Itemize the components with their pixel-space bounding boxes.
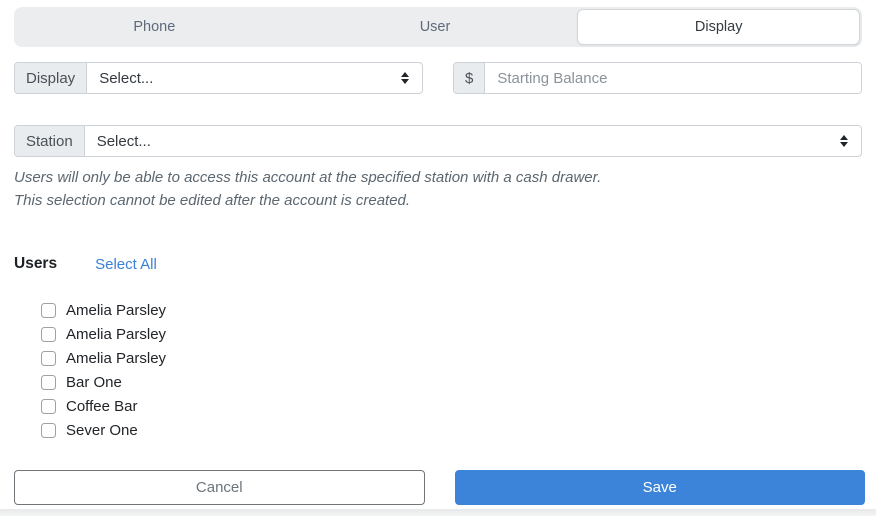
action-buttons: Cancel Save [14, 470, 865, 505]
user-row[interactable]: Amelia Parsley [14, 322, 862, 346]
user-checkbox[interactable] [41, 374, 56, 390]
select-all-link[interactable]: Select All [95, 256, 157, 273]
user-name-label: Amelia Parsley [66, 349, 167, 367]
users-heading: Users [14, 255, 58, 272]
station-help-line-1: Users will only be able to access this a… [14, 169, 602, 186]
starting-balance-group: $ [453, 62, 862, 94]
user-checkbox[interactable] [41, 422, 56, 438]
display-select-value: Select... [99, 69, 154, 87]
user-row[interactable]: Sever One [14, 418, 862, 442]
user-row[interactable]: Amelia Parsley [14, 346, 862, 370]
tab-phone[interactable]: Phone [14, 7, 295, 47]
tab-label: Phone [133, 19, 176, 35]
tab-display[interactable]: Display [577, 9, 861, 45]
station-row: Station Select... [14, 125, 862, 157]
select-arrows-icon [401, 72, 410, 84]
station-help-text: Users will only be able to access this a… [14, 166, 862, 212]
user-name-label: Coffee Bar [66, 397, 138, 415]
display-select-group: Display Select... [14, 62, 423, 94]
user-row[interactable]: Bar One [14, 370, 862, 394]
display-balance-row: Display Select... $ [14, 62, 862, 94]
tab-label: User [419, 19, 451, 35]
station-select-value: Select... [96, 132, 151, 150]
user-checkbox[interactable] [41, 350, 56, 366]
save-button[interactable]: Save [454, 470, 865, 505]
select-arrows-icon [840, 135, 849, 147]
tab-bar: Phone User Display [14, 7, 862, 47]
station-select-group: Station Select... [14, 125, 862, 157]
display-select[interactable]: Select... [87, 63, 422, 93]
display-select-label: Display [15, 63, 88, 93]
user-list: Amelia Parsley Amelia Parsley Amelia Par… [14, 298, 862, 442]
user-row[interactable]: Coffee Bar [14, 394, 862, 418]
station-select-label: Station [15, 126, 85, 156]
user-checkbox[interactable] [41, 302, 56, 318]
station-help-line-2: This selection cannot be edited after th… [14, 192, 411, 209]
tab-user[interactable]: User [295, 7, 576, 47]
station-select[interactable]: Select... [85, 126, 861, 156]
user-name-label: Amelia Parsley [66, 301, 167, 319]
user-checkbox[interactable] [41, 326, 56, 342]
user-row[interactable]: Amelia Parsley [14, 298, 862, 322]
account-form-panel: Phone User Display Display Select... $ S… [0, 7, 876, 516]
user-checkbox[interactable] [41, 398, 56, 414]
user-name-label: Bar One [66, 373, 122, 391]
panel-bottom-edge [0, 509, 876, 516]
tab-label: Display [694, 19, 743, 35]
starting-balance-input[interactable] [485, 63, 861, 93]
user-name-label: Sever One [66, 421, 138, 439]
users-header: Users Select All [14, 255, 862, 273]
currency-prefix: $ [454, 63, 486, 93]
cancel-button[interactable]: Cancel [14, 470, 425, 505]
user-name-label: Amelia Parsley [66, 325, 167, 343]
